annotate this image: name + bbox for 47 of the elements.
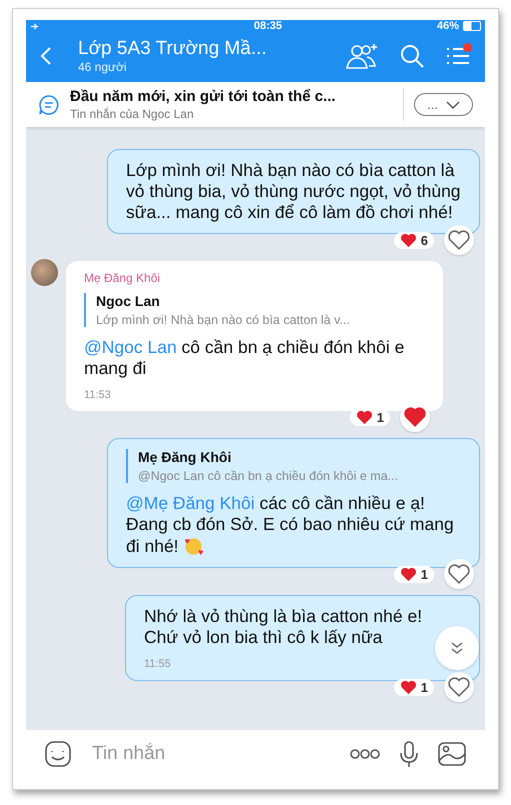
chat-bubble-icon bbox=[38, 94, 60, 116]
back-icon[interactable] bbox=[40, 46, 52, 66]
airplane-icon bbox=[30, 22, 39, 30]
reaction-count[interactable]: 1 bbox=[394, 566, 434, 582]
quoted-message[interactable]: Mẹ Đăng Khôi @Ngoc Lan cô cần bn ạ chiều đón khôi e ma... bbox=[126, 449, 461, 483]
status-time: 08:35 bbox=[252, 20, 284, 32]
quoted-message[interactable]: Ngoc Lan Lớp mình ơi! Nhà bạn nào có bìa catton là v... bbox=[84, 293, 425, 327]
message-text: @Mẹ Đăng Khôi các cô cần nhiều e ạ! Đang cb đón Sở. E có bao nhiêu cứ mang đi nhé! bbox=[126, 493, 455, 557]
sender-name: Mẹ Đăng Khôi bbox=[84, 271, 162, 285]
heart-icon bbox=[400, 566, 417, 582]
avatar[interactable] bbox=[31, 259, 58, 286]
pinned-message-bar[interactable]: Đầu năm mới, xin gửi tới toàn thể c... Tin nhắn của Ngoc Lan ... bbox=[26, 82, 485, 127]
double-chevron-down-icon bbox=[450, 641, 464, 655]
message-text: Nhớ là vỏ thùng là bìa catton nhé e! Chứ vỏ lon bia thì cô k lấy nữa bbox=[144, 606, 424, 648]
like-button[interactable] bbox=[444, 225, 474, 255]
heart-icon bbox=[400, 232, 417, 248]
quote-author: Ngoc Lan bbox=[96, 293, 161, 309]
heart-icon bbox=[400, 680, 417, 694]
quote-author: Mẹ Đăng Khôi bbox=[138, 449, 232, 465]
pinned-title: Đầu năm mới, xin gửi tới toàn thể c... bbox=[70, 88, 337, 105]
like-button[interactable] bbox=[400, 402, 430, 432]
member-count: 46 người bbox=[78, 60, 128, 74]
heart-icon bbox=[356, 410, 373, 424]
chevron-down-icon bbox=[446, 100, 460, 108]
add-member-icon[interactable] bbox=[345, 42, 379, 70]
message-text: @Ngoc Lan cô cần bn ạ chiều đón khôi e mang đi bbox=[84, 337, 406, 379]
pinned-subtitle: Tin nhắn của Ngoc Lan bbox=[70, 107, 195, 121]
menu-icon[interactable] bbox=[445, 45, 471, 67]
quote-text: @Ngoc Lan cô cần bn ạ chiều đón khôi e ma... bbox=[138, 469, 400, 483]
chat-title: Lớp 5A3 Trường Mầ... bbox=[78, 38, 268, 60]
reaction-count[interactable]: 1 bbox=[394, 678, 434, 696]
sticker-icon[interactable] bbox=[44, 740, 72, 768]
message-text: Lớp mình ơi! Nhà bạn nào có bìa catton là vỏ thùng bia, vỏ thùng nước ngọt, vỏ thùng sữa... mang cô xin để cô làm đồ chơi nhé! bbox=[126, 160, 461, 223]
battery-level: 46% bbox=[436, 20, 459, 32]
reaction-count[interactable]: 6 bbox=[394, 232, 434, 248]
reaction-count[interactable]: 1 bbox=[350, 408, 390, 426]
search-icon[interactable] bbox=[399, 43, 425, 69]
image-icon[interactable] bbox=[437, 741, 467, 767]
like-button[interactable] bbox=[444, 672, 474, 702]
like-button[interactable] bbox=[444, 559, 474, 589]
quote-text: Lớp mình ơi! Nhà bạn nào có bìa catton là v... bbox=[96, 313, 351, 327]
message-time: 11:55 bbox=[144, 658, 171, 670]
message-time: 11:53 bbox=[84, 389, 111, 401]
microphone-icon[interactable] bbox=[399, 740, 419, 768]
more-icon[interactable] bbox=[349, 748, 381, 760]
battery-icon bbox=[463, 21, 481, 31]
expand-button[interactable]: ... bbox=[414, 93, 473, 116]
